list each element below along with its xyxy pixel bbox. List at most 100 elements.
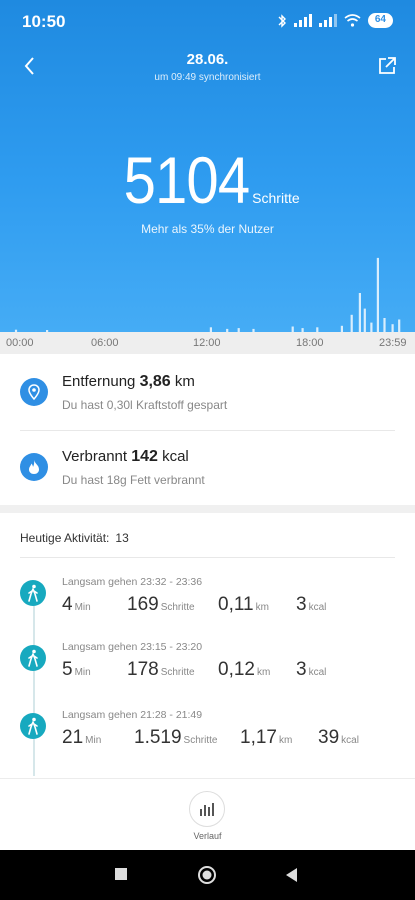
home-icon[interactable]	[197, 865, 217, 885]
km-value: 0,12	[218, 659, 255, 680]
signal-icon	[293, 14, 312, 27]
activity-label: Langsam gehen 23:15 - 23:20	[62, 641, 203, 653]
kcal-value: 3	[296, 594, 307, 615]
steps-value: 178	[127, 659, 159, 680]
minutes-unit: Min	[74, 602, 91, 613]
back-nav-icon[interactable]	[284, 867, 298, 883]
page-date: 28.06.	[186, 51, 229, 68]
bluetooth-icon	[278, 13, 286, 28]
activity-count: 13	[115, 531, 129, 545]
activity-title: Heutige Aktivität: 13	[20, 531, 129, 545]
axis-label: 06:00	[91, 337, 119, 349]
steps-chart	[14, 257, 401, 332]
distance-label: Entfernung	[62, 373, 136, 390]
calories-unit: kcal	[162, 448, 189, 465]
status-icons: 64	[277, 13, 393, 28]
history-label: Verlauf	[193, 831, 222, 841]
battery-indicator: 64	[367, 13, 393, 28]
recents-icon[interactable]	[114, 867, 128, 881]
km-unit: km	[278, 735, 293, 746]
activity-steps: 1.519 Schritte	[134, 727, 217, 749]
calories-sub: Du hast 18g Fett verbrannt	[62, 473, 205, 487]
chart-bar	[363, 308, 366, 332]
walking-icon	[20, 713, 46, 739]
wifi-icon	[344, 14, 361, 27]
minutes-value: 4	[62, 594, 73, 615]
signal-icon	[318, 14, 337, 27]
activity-steps: 169 Schritte	[127, 594, 195, 616]
distance-row[interactable]: Entfernung 3,86 km Du hast 0,30l Kraftst…	[0, 356, 415, 430]
activity-kcal: 3 kcal	[296, 659, 326, 681]
section-gap	[0, 505, 415, 513]
location-icon	[20, 378, 48, 406]
chart-bar	[376, 257, 379, 332]
distance-sub: Du hast 0,30l Kraftstoff gespart	[62, 398, 228, 412]
hero-header: 10:50 64 28.06. um 09:49 synchronisiert …	[0, 0, 415, 332]
steps-unit: Schritte	[183, 735, 218, 746]
chart-bar	[383, 318, 386, 332]
step-unit: Schritte	[252, 190, 300, 206]
activity-distance: 0,11 km	[218, 594, 269, 616]
history-button[interactable]	[189, 791, 225, 827]
divider	[20, 557, 395, 558]
activity-item[interactable]: Langsam gehen 21:28 - 21:49 21 Min 1.519 S…	[0, 703, 415, 763]
chart-bar	[370, 322, 373, 332]
system-nav-bar	[0, 850, 415, 900]
axis-label: 18:00	[296, 337, 324, 349]
activity-title-label: Heutige Aktivität:	[20, 531, 110, 545]
calories-label: Verbrannt	[62, 448, 128, 465]
km-unit: km	[255, 602, 269, 613]
minutes-value: 21	[62, 727, 84, 748]
top-nav: 28.06. um 09:49 synchronisiert	[0, 48, 415, 88]
distance-main: Entfernung 3,86 km	[62, 373, 195, 391]
comparison-text: Mehr als 35% der Nutzer	[141, 222, 274, 236]
activity-kcal: 39 kcal	[318, 727, 359, 749]
chart-bar	[358, 293, 361, 332]
kcal-value: 39	[318, 727, 340, 748]
calories-main: Verbrannt 142 kcal	[62, 448, 189, 466]
status-time: 10:50	[22, 12, 66, 31]
activity-distance: 1,17 km	[240, 727, 292, 749]
minutes-unit: Min	[85, 735, 102, 746]
calories-row[interactable]: Verbrannt 142 kcal Du hast 18g Fett verb…	[0, 431, 415, 505]
minutes-unit: Min	[74, 667, 91, 678]
sync-status: um 09:49 synchronisiert	[154, 72, 261, 83]
steps-value: 169	[127, 594, 159, 615]
activity-item[interactable]: Langsam gehen 23:32 - 23:36 4 Min 169 Schr…	[0, 570, 415, 630]
kcal-unit: kcal	[341, 735, 359, 746]
distance-unit: km	[174, 373, 195, 390]
kcal-unit: kcal	[308, 602, 327, 613]
activity-item[interactable]: Langsam gehen 23:15 - 23:20 5 Min 178 Schr…	[0, 635, 415, 695]
kcal-unit: kcal	[308, 667, 327, 678]
activity-kcal: 3 kcal	[296, 594, 326, 616]
activity-label: Langsam gehen 23:32 - 23:36	[62, 576, 203, 588]
activity-minutes: 21 Min	[62, 727, 101, 749]
status-bar: 10:50 64	[0, 0, 415, 44]
steps-unit: Schritte	[160, 667, 195, 678]
activity-distance: 0,12 km	[218, 659, 270, 681]
activity-minutes: 5 Min	[62, 659, 91, 681]
calories-value: 142	[131, 448, 158, 465]
steps-unit: Schritte	[160, 602, 195, 613]
walking-icon	[20, 645, 46, 671]
step-number: 5104	[123, 143, 251, 217]
kcal-value: 3	[296, 659, 307, 680]
step-count: 5104 Schritte	[0, 142, 415, 218]
flame-icon	[20, 453, 48, 481]
bar-chart-icon	[200, 803, 214, 816]
walking-icon	[20, 580, 46, 606]
activity-label: Langsam gehen 21:28 - 21:49	[62, 709, 203, 721]
axis-label: 00:00	[6, 337, 34, 349]
time-axis: 00:00 06:00 12:00 18:00 23:59	[0, 332, 415, 354]
distance-value: 3,86	[139, 373, 171, 390]
share-icon[interactable]	[375, 54, 399, 78]
activity-steps: 178 Schritte	[127, 659, 195, 681]
km-value: 0,11	[218, 594, 254, 615]
activity-minutes: 4 Min	[62, 594, 91, 616]
steps-value: 1.519	[134, 727, 182, 748]
axis-label: 23:59	[379, 337, 407, 349]
minutes-value: 5	[62, 659, 73, 680]
bottom-bar: Verlauf	[0, 778, 415, 850]
km-value: 1,17	[240, 727, 277, 748]
axis-label: 12:00	[193, 337, 221, 349]
